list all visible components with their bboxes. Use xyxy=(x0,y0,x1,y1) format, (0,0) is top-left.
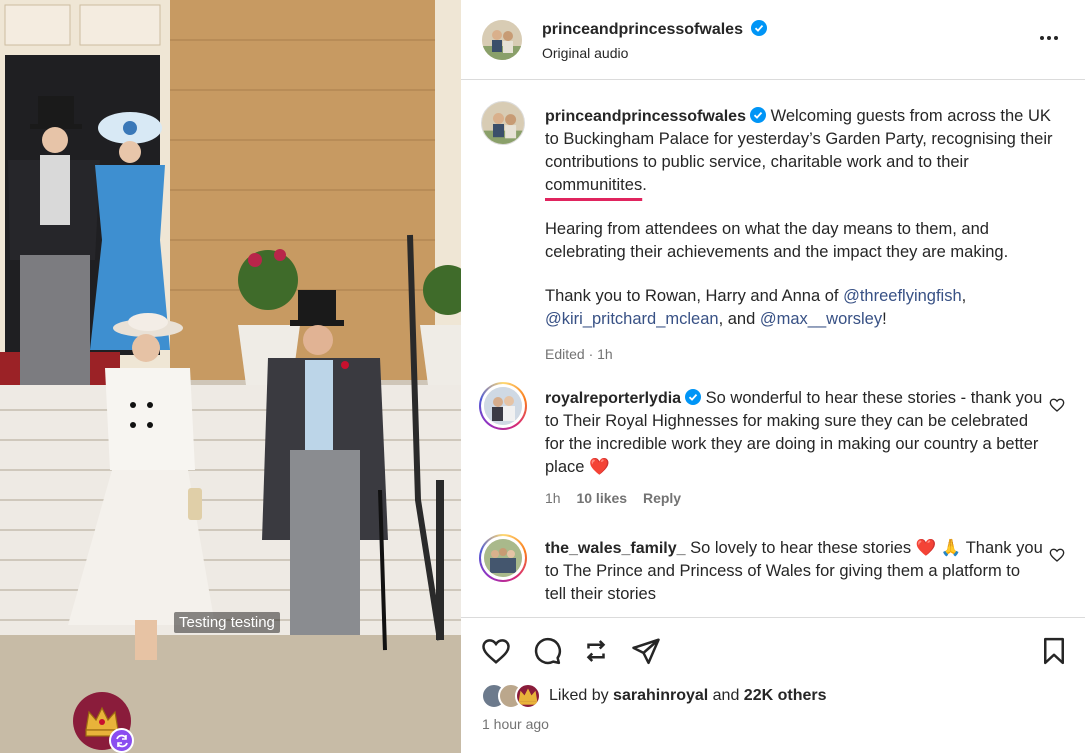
comment-avatar-ring[interactable] xyxy=(479,534,527,582)
comment: the_wales_family_ So lovely to hear thes… xyxy=(545,537,1043,606)
comment-meta: 1h 10 likes Reply xyxy=(545,487,1043,510)
crown-icon xyxy=(518,688,538,705)
remix-icon xyxy=(115,734,128,747)
video-frame xyxy=(0,0,461,753)
audio-label[interactable]: Original audio xyxy=(542,45,628,61)
caption-thanks: Thank you to Rowan, Harry and Anna of xyxy=(545,287,844,305)
share-icon[interactable] xyxy=(631,636,661,666)
liked-by-others[interactable]: 22K others xyxy=(744,687,827,704)
verified-icon xyxy=(749,107,766,123)
liker-avatar xyxy=(515,683,541,709)
like-comment-icon[interactable] xyxy=(1049,547,1065,563)
liked-by-prefix: Liked by xyxy=(549,687,614,704)
caption-text-p2: Hearing from attendees on what the day m… xyxy=(545,220,1009,261)
comment-icon[interactable] xyxy=(532,636,562,666)
comment-time: 1h xyxy=(545,490,561,506)
comment-avatar xyxy=(484,387,522,425)
mention-link[interactable]: @max__worsley xyxy=(760,310,882,328)
caption-username[interactable]: princeandprincessofwales xyxy=(545,108,746,125)
caption-comma: , xyxy=(961,287,967,305)
caption-author-photo xyxy=(482,102,524,144)
comment-username[interactable]: royalreporterlydia xyxy=(545,390,681,407)
misspelled-word: communitites xyxy=(545,176,643,194)
post-timestamp[interactable]: 1 hour ago xyxy=(482,716,549,732)
caption-author-avatar[interactable] xyxy=(481,101,525,145)
post-header: princeandprincessofwales Original audio xyxy=(461,0,1085,80)
comment-avatar xyxy=(484,539,522,577)
liked-by-user[interactable]: sarahinroyal xyxy=(613,687,708,704)
comments-scroll-area[interactable]: princeandprincessofwales Welcoming guest… xyxy=(461,81,1085,617)
caption-exclaim: ! xyxy=(882,310,887,328)
bookmark-icon[interactable] xyxy=(1039,636,1069,666)
heart-icon[interactable] xyxy=(481,636,511,666)
reel-video[interactable]: Testing testing xyxy=(0,0,461,753)
remix-badge[interactable] xyxy=(109,728,134,753)
verified-icon xyxy=(685,389,702,405)
caption-and: , and xyxy=(718,310,760,328)
verified-icon xyxy=(751,20,768,36)
comment-likes[interactable]: 10 likes xyxy=(576,490,627,506)
liked-by-and: and xyxy=(708,687,744,704)
edited-timestamp: Edited · 1h xyxy=(545,346,613,362)
comment-avatar-ring[interactable] xyxy=(479,382,527,430)
repost-icon[interactable] xyxy=(581,636,611,666)
caption-text-p3: Thank you to Rowan, Harry and Anna of @t… xyxy=(545,285,1055,331)
author-username[interactable]: princeandprincessofwales xyxy=(542,21,743,38)
more-options-icon[interactable] xyxy=(1037,26,1061,50)
post-caption: princeandprincessofwales Welcoming guest… xyxy=(545,105,1055,366)
post-panel: princeandprincessofwales Original audio … xyxy=(461,0,1085,753)
mention-link[interactable]: @kiri_pritchard_mclean xyxy=(545,310,719,328)
post-actions xyxy=(461,617,1085,753)
video-caption-overlay: Testing testing xyxy=(174,612,280,633)
author-avatar[interactable] xyxy=(482,20,522,60)
comment-username[interactable]: the_wales_family_ xyxy=(545,540,686,557)
caption-period: . xyxy=(642,176,647,194)
comment: royalreporterlydia So wonderful to hear … xyxy=(545,387,1043,510)
mention-link[interactable]: @threeflyingfish xyxy=(843,287,962,305)
reply-button[interactable]: Reply xyxy=(643,490,681,506)
author-photo xyxy=(482,20,522,60)
like-comment-icon[interactable] xyxy=(1049,397,1065,413)
